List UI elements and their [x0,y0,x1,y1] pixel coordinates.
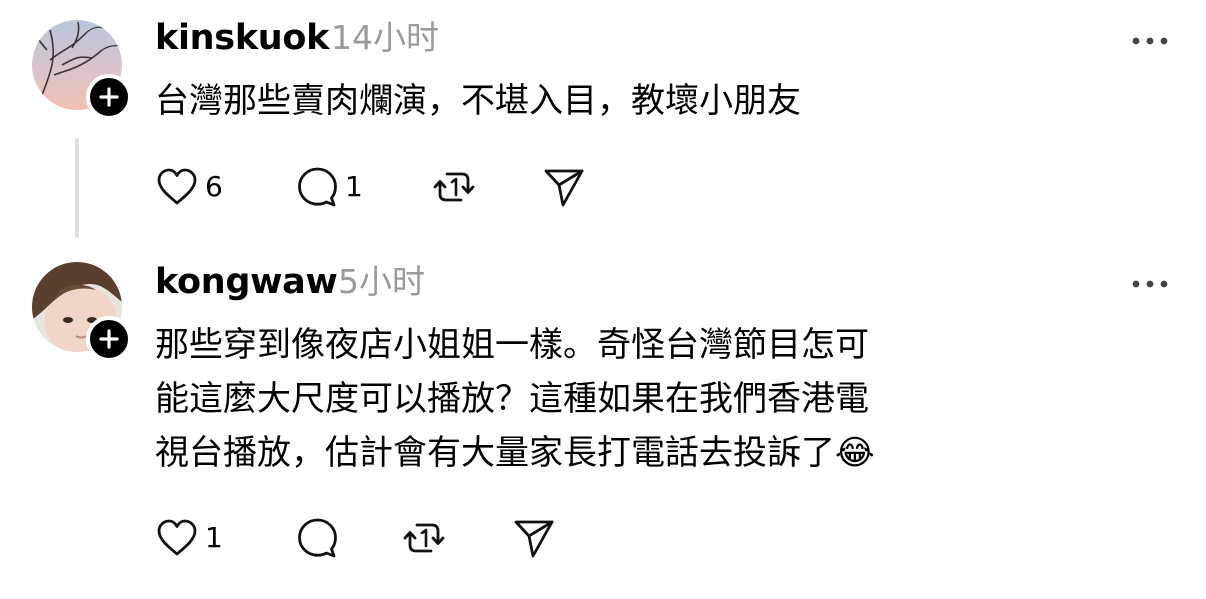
post-text-line-content: 視台播放，估計會有大量家長打電話去投訴了 [155,433,835,473]
post-text-line: 視台播放，估計會有大量家長打電話去投訴了😂 [155,426,875,480]
post-time: 14小时 [331,18,439,57]
heart-icon [157,168,197,205]
repost-icon [403,523,445,553]
comment-button[interactable]: 1 [295,165,363,209]
like-button[interactable]: 1 [155,516,223,560]
repost-button[interactable] [432,165,476,209]
post-text-line: 能這麼大尺度可以播放？這種如果在我們香港電 [155,379,869,419]
comment-icon [298,518,337,558]
laughing-emoji: 😂 [835,433,875,473]
username[interactable]: kinskuok [155,18,329,58]
share-icon [514,520,554,558]
like-button[interactable]: 6 [155,165,223,209]
share-button[interactable] [512,516,556,560]
follow-plus-icon[interactable] [86,74,132,120]
share-icon [544,169,584,207]
comment-button[interactable] [295,516,345,560]
post-time: 5小时 [338,262,425,301]
username[interactable]: kongwaw [155,262,338,302]
more-icon[interactable] [1130,32,1170,45]
post-text: 那些穿到像夜店小姐姐一樣。奇怪台灣節目怎可 能這麼大尺度可以播放？這種如果在我們… [155,318,875,480]
thread-line [75,138,79,238]
post-text: 台灣那些賣肉爛演，不堪入目，教壞小朋友 [155,74,801,128]
post-kongwaw: kongwaw 5小时 那些穿到像夜店小姐姐一樣。奇怪台灣節目怎可 能這麼大尺度… [0,250,1206,599]
post-text-line: 那些穿到像夜店小姐姐一樣。奇怪台灣節目怎可 [155,325,869,365]
share-button[interactable] [542,165,586,209]
post-kinskuok: kinskuok 14小时 台灣那些賣肉爛演，不堪入目，教壞小朋友 6 1 [0,0,1206,250]
like-count: 1 [205,521,223,554]
reply-count: 1 [345,170,363,203]
like-count: 6 [205,170,223,203]
heart-icon [157,519,197,556]
post-text-line: 台灣那些賣肉爛演，不堪入目，教壞小朋友 [155,81,801,121]
comment-icon [298,167,337,207]
repost-icon [433,172,475,202]
follow-plus-icon[interactable] [86,316,132,362]
more-icon[interactable] [1130,275,1170,288]
repost-button[interactable] [402,516,446,560]
